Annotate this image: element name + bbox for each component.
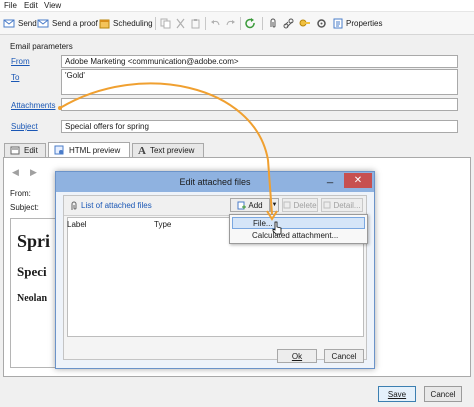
menu-view[interactable]: View	[44, 1, 61, 10]
dialog-cancel-button[interactable]: Cancel	[324, 349, 364, 363]
edit-attached-files-dialog: Edit attached files _ ✕ List of attached…	[55, 171, 375, 369]
link-button[interactable]	[283, 16, 294, 31]
menu-file[interactable]: File	[4, 1, 17, 10]
attachments-field[interactable]	[61, 98, 458, 111]
undo-icon	[211, 20, 220, 26]
html-preview-icon	[54, 145, 64, 155]
column-type[interactable]: Type	[154, 220, 171, 229]
tab-text-preview-label: Text preview	[149, 146, 195, 155]
toolbar-separator	[155, 17, 156, 30]
close-icon[interactable]: ✕	[344, 173, 372, 188]
send-proof-button[interactable]: Send a proof	[37, 16, 98, 31]
properties-icon	[333, 18, 343, 29]
copy-button[interactable]	[160, 16, 171, 31]
add-dropdown-menu: File... Calculated attachment...	[229, 214, 368, 244]
preview-from-label: From:	[10, 189, 31, 198]
detail-button[interactable]: Detail...	[321, 198, 363, 212]
tab-edit[interactable]: Edit	[4, 143, 46, 157]
delete-icon	[283, 201, 291, 209]
cancel-button[interactable]: Cancel	[424, 386, 462, 402]
add-file-icon	[237, 201, 247, 209]
cut-icon	[176, 18, 185, 29]
hand-cursor-icon	[272, 221, 282, 235]
menu-item-file[interactable]: File...	[232, 217, 365, 229]
email-parameters-title: Email parameters	[10, 42, 73, 51]
tab-edit-label: Edit	[24, 146, 38, 155]
paperclip-icon	[270, 18, 276, 28]
detail-icon	[323, 201, 331, 209]
tab-html-preview-label: HTML preview	[69, 145, 121, 155]
delete-button[interactable]: Delete	[282, 198, 318, 212]
list-title: List of attached files	[81, 201, 152, 210]
subject-field[interactable]: Special offers for spring	[61, 120, 458, 133]
scheduling-label: Scheduling	[113, 19, 153, 28]
menu-item-calculated-attachment[interactable]: Calculated attachment...	[232, 230, 365, 242]
dialog-cancel-label: Cancel	[331, 351, 357, 361]
redo-icon	[226, 20, 235, 26]
toolbar-separator	[262, 17, 263, 30]
paste-icon	[191, 19, 200, 29]
from-field[interactable]: Adobe Marketing <communication@adobe.com…	[61, 55, 458, 68]
menu-bar: File Edit View	[0, 0, 474, 12]
edit-icon	[10, 146, 20, 155]
link-icon	[283, 18, 294, 29]
save-label: Save	[387, 389, 407, 399]
column-label[interactable]: Label	[67, 220, 87, 229]
envelope-proof-icon	[37, 19, 49, 28]
send-label: Send	[18, 19, 37, 28]
copy-icon	[160, 18, 171, 29]
preview-text: Neolan	[17, 293, 47, 304]
list-header: List of attached files Add ▼ Delete Deta…	[64, 196, 366, 216]
key-icon	[299, 19, 310, 27]
send-proof-label: Send a proof	[52, 19, 98, 28]
refresh-button[interactable]	[245, 16, 256, 31]
send-button[interactable]: Send	[3, 16, 37, 31]
to-link[interactable]: To	[11, 73, 19, 82]
back-icon[interactable]: ◀	[12, 167, 19, 178]
paste-button[interactable]	[190, 16, 201, 31]
ok-button[interactable]: Ok	[277, 349, 317, 363]
add-label: Add	[248, 200, 263, 210]
preview-document: Spri Speci Neolan	[10, 218, 60, 368]
preview-heading-2: Speci	[17, 264, 47, 279]
add-button[interactable]: Add	[230, 198, 270, 212]
minimize-icon[interactable]: _	[318, 173, 342, 188]
calendar-icon	[99, 19, 110, 29]
redo-button[interactable]	[225, 16, 236, 31]
add-dropdown-button[interactable]: ▼	[270, 198, 279, 212]
preview-subject-label: Subject:	[10, 203, 39, 212]
attach-button[interactable]	[267, 16, 278, 31]
forward-icon[interactable]: ▶	[30, 167, 37, 178]
toolbar-separator	[205, 17, 206, 30]
tab-html-preview[interactable]: HTML preview	[48, 142, 130, 157]
paperclip-icon	[71, 201, 77, 210]
toolbar: Send Send a proof Scheduling Properties	[0, 12, 474, 35]
cancel-label: Cancel	[430, 389, 456, 399]
from-link[interactable]: From	[11, 57, 30, 66]
save-button[interactable]: Save	[378, 386, 416, 402]
menu-edit[interactable]: Edit	[24, 1, 38, 10]
scheduling-button[interactable]: Scheduling	[99, 16, 153, 31]
envelope-send-icon	[3, 19, 15, 28]
chevron-down-icon: ▼	[271, 202, 278, 208]
tab-text-preview[interactable]: A Text preview	[132, 143, 204, 157]
delete-label: Delete	[293, 200, 317, 210]
preview-heading-1: Spri	[17, 231, 51, 251]
cut-button[interactable]	[175, 16, 186, 31]
undo-button[interactable]	[210, 16, 221, 31]
gear-icon	[317, 19, 326, 28]
personalize-button[interactable]	[299, 16, 310, 31]
properties-label: Properties	[346, 19, 383, 28]
ok-label: Ok	[291, 351, 303, 361]
detail-label: Detail...	[333, 200, 361, 210]
refresh-icon	[245, 18, 255, 29]
text-preview-icon: A	[138, 144, 146, 157]
toolbar-separator	[240, 17, 241, 30]
properties-button[interactable]: Properties	[333, 16, 382, 31]
attachments-link[interactable]: Attachments	[11, 101, 55, 110]
to-field[interactable]: 'Gold'	[61, 69, 458, 95]
tools-button[interactable]	[316, 16, 327, 31]
subject-link[interactable]: Subject	[11, 122, 38, 131]
